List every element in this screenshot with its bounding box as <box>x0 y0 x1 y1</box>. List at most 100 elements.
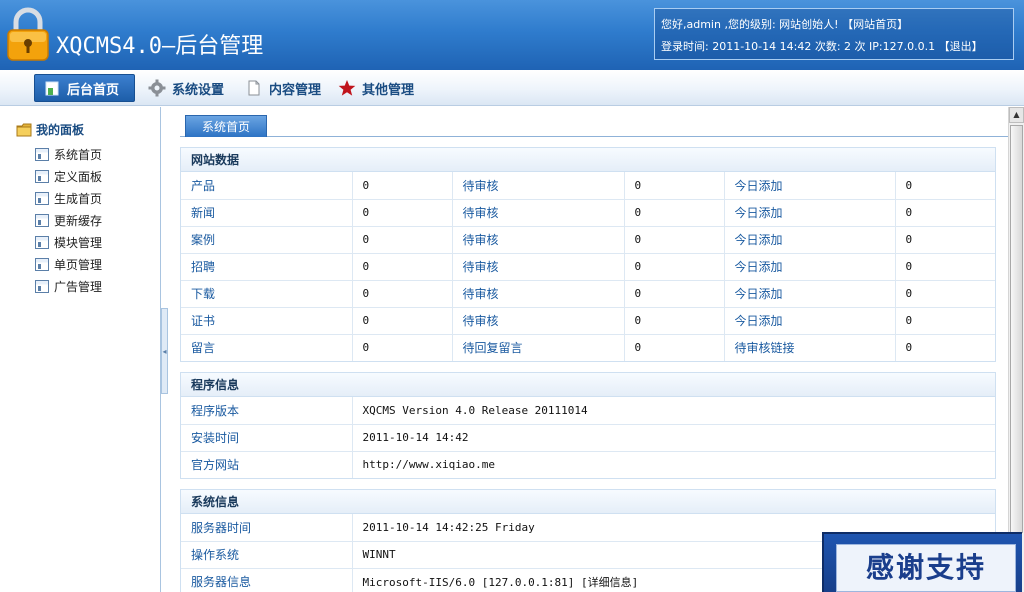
site-data-section: 网站数据 产品 0 待审核 0 今日添加 0 新闻 0 待审核 0 今日添加 0… <box>180 147 996 362</box>
cell-label: 待审核 <box>452 172 625 199</box>
sidebar-item-system-home[interactable]: 系统首页 <box>35 143 102 165</box>
cell-label: 新闻 <box>181 198 353 226</box>
cell-label: 今日添加 <box>724 225 896 253</box>
cell-value: 0 <box>352 333 453 361</box>
cell-label: 待审核 <box>452 252 625 280</box>
section-title: 网站数据 <box>181 148 995 172</box>
cell-label: 待审核 <box>452 225 625 253</box>
cell-value: XQCMS Version 4.0 Release 20111014 <box>362 403 588 417</box>
cell-label: 今日添加 <box>724 252 896 280</box>
sidebar-item-ad-manage[interactable]: 广告管理 <box>35 275 102 297</box>
vertical-scrollbar[interactable]: ▲ <box>1008 107 1024 592</box>
nav-item-label: 其他管理 <box>362 82 415 98</box>
cell-label: 留言 <box>181 333 353 361</box>
cell-value: 0 <box>624 252 725 280</box>
folder-icon <box>16 123 32 136</box>
cell-label: 安装时间 <box>181 423 353 451</box>
cell-label: 待审核 <box>452 306 625 334</box>
window-icon <box>35 169 49 183</box>
lock-icon <box>7 7 49 61</box>
table-row: 证书 0 待审核 0 今日添加 0 <box>181 306 995 334</box>
cell-label: 案例 <box>181 225 353 253</box>
sidebar-item-label: 单页管理 <box>54 257 103 272</box>
sidebar-heading-label: 我的面板 <box>36 123 85 137</box>
sidebar-item-module-manage[interactable]: 模块管理 <box>35 231 102 253</box>
cell-value: 0 <box>895 198 995 226</box>
table-row: 留言 0 待回复留言 0 待审核链接 0 <box>181 333 995 361</box>
cell-label: 今日添加 <box>724 172 896 199</box>
cell-label: 今日添加 <box>724 306 896 334</box>
nav-item-home[interactable]: 后台首页 <box>34 74 135 102</box>
window-icon <box>35 213 49 227</box>
sidebar-item-label: 生成首页 <box>54 191 103 206</box>
window-icon <box>35 147 49 161</box>
cell-label: 操作系统 <box>181 540 353 568</box>
header-bar: XQCMS4.0—后台管理 您好,admin ,您的级别: 网站创始人! 【网站… <box>0 0 1024 70</box>
app-title: XQCMS4.0—后台管理 <box>56 34 264 59</box>
cell-label: 产品 <box>181 172 353 199</box>
user-greeting: 您好,admin ,您的级别: 网站创始人! <box>661 18 839 31</box>
cell-value: 0 <box>905 178 913 192</box>
window-icon <box>35 279 49 293</box>
document-icon <box>248 80 260 96</box>
cell-label: 待审核 <box>452 279 625 307</box>
chevron-left-icon: ◂ <box>162 347 167 356</box>
table-row: 新闻 0 待审核 0 今日添加 0 <box>181 198 995 226</box>
sidebar-item-page-manage[interactable]: 单页管理 <box>35 253 102 275</box>
sidebar-item-generate-home[interactable]: 生成首页 <box>35 187 102 209</box>
tab-bar: 系统首页 <box>180 115 1008 137</box>
sidebar-item-label: 定义面板 <box>54 169 103 184</box>
site-home-link[interactable]: 【网站首页】 <box>842 18 908 31</box>
logout-link[interactable]: 【退出】 <box>939 40 983 53</box>
section-title: 系统信息 <box>181 490 995 514</box>
cell-value: 0 <box>895 252 995 280</box>
sidebar-item-label: 系统首页 <box>54 147 103 162</box>
cell-label: 待回复留言 <box>452 333 625 361</box>
cell-value: 0 <box>624 279 725 307</box>
tab-system-home[interactable]: 系统首页 <box>185 115 267 137</box>
cell-value: 0 <box>895 279 995 307</box>
nav-item-label: 后台首页 <box>67 82 120 98</box>
nav-item-other[interactable]: 其他管理 <box>338 74 414 102</box>
left-sidebar: 我的面板 系统首页 定义面板 生成首页 更新缓存 模块管理 单页管理 广告管理 <box>0 107 161 592</box>
nav-item-settings[interactable]: 系统设置 <box>148 74 224 102</box>
sidebar-heading[interactable]: 我的面板 <box>16 121 84 138</box>
cell-label: 待审核链接 <box>724 333 896 361</box>
official-site-link[interactable]: http://www.xiqiao.me <box>352 450 995 478</box>
cell-label: 下载 <box>181 279 353 307</box>
cell-value: 0 <box>352 198 453 226</box>
table-row: 程序版本 XQCMS Version 4.0 Release 20111014 <box>181 397 995 424</box>
main-content: 系统首页 网站数据 产品 0 待审核 0 今日添加 0 新闻 0 待审核 0 今… <box>168 107 1008 592</box>
nav-item-content[interactable]: 内容管理 <box>245 74 321 102</box>
sidebar-item-label: 模块管理 <box>54 235 103 250</box>
table-row: 产品 0 待审核 0 今日添加 0 <box>181 172 995 199</box>
sidebar-collapse-handle[interactable]: ◂ <box>161 308 168 394</box>
window-icon <box>35 257 49 271</box>
site-data-table: 产品 0 待审核 0 今日添加 0 新闻 0 待审核 0 今日添加 0 案例 0… <box>181 172 995 361</box>
cell-label: 服务器时间 <box>181 514 353 541</box>
sidebar-item-custom-panel[interactable]: 定义面板 <box>35 165 102 187</box>
sidebar-item-label: 更新缓存 <box>54 213 103 228</box>
scroll-up-button[interactable]: ▲ <box>1009 107 1024 123</box>
arrow-up-icon: ▲ <box>1013 110 1020 119</box>
program-info-section: 程序信息 程序版本 XQCMS Version 4.0 Release 2011… <box>180 372 996 479</box>
home-icon <box>45 81 59 96</box>
cell-value: 0 <box>624 333 725 361</box>
window-icon <box>35 235 49 249</box>
cell-value: 0 <box>624 198 725 226</box>
sidebar-item-label: 广告管理 <box>54 279 103 294</box>
cell-value: 2011-10-14 14:42 <box>352 423 995 451</box>
cell-value: 0 <box>895 333 995 361</box>
sidebar-item-update-cache[interactable]: 更新缓存 <box>35 209 102 231</box>
cell-value: 0 <box>352 172 453 199</box>
table-row: 招聘 0 待审核 0 今日添加 0 <box>181 252 995 280</box>
table-row: 官方网站 http://www.xiqiao.me <box>181 450 995 478</box>
cell-label: 程序版本 <box>181 397 353 424</box>
table-row: 下载 0 待审核 0 今日添加 0 <box>181 279 995 307</box>
cell-value: 0 <box>352 252 453 280</box>
scroll-thumb[interactable] <box>1010 125 1023 533</box>
thanks-text: 感谢支持 <box>836 544 1016 592</box>
cell-label: 今日添加 <box>724 279 896 307</box>
star-icon <box>338 80 356 96</box>
cell-value: 0 <box>352 279 453 307</box>
